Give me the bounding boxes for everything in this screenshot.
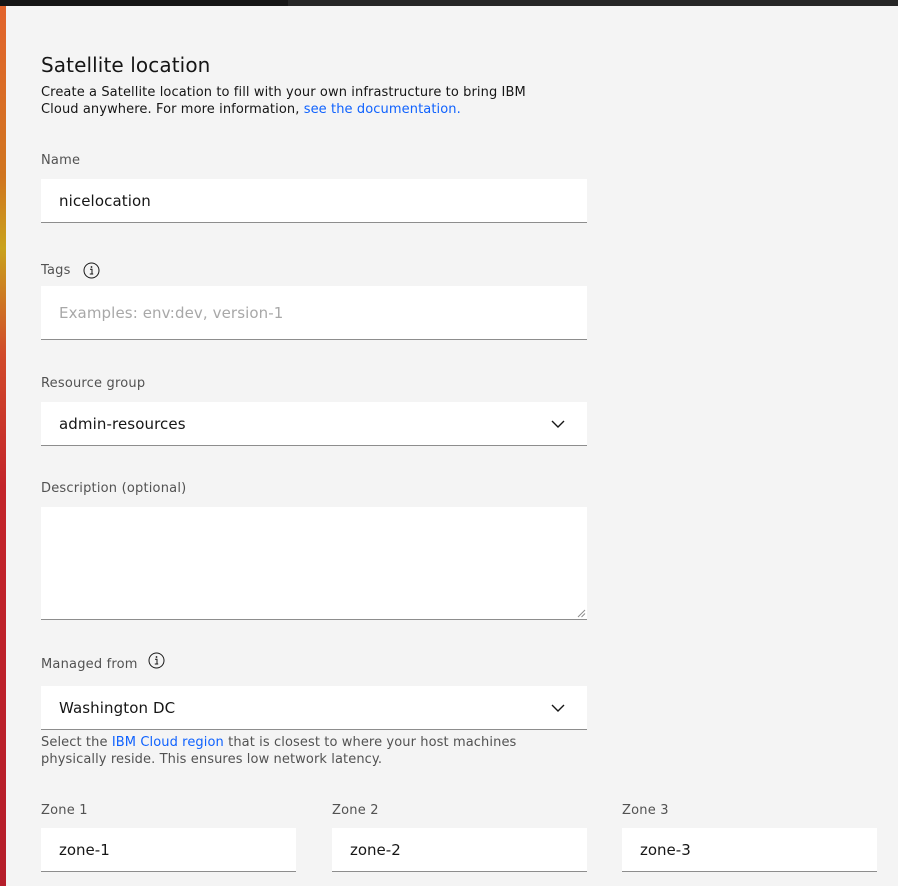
resource-group-label-text: Resource group: [41, 376, 146, 391]
ibm-cloud-region-link[interactable]: IBM Cloud region: [112, 735, 224, 750]
managed-from-value: Washington DC: [59, 698, 176, 717]
managed-from-label-text: Managed from: [41, 657, 138, 672]
chevron-down-icon: [551, 420, 565, 428]
documentation-link[interactable]: see the documentation.: [304, 102, 461, 117]
zone-3-value: zone-3: [640, 840, 691, 859]
page-title: Satellite location: [41, 53, 211, 77]
managed-from-select[interactable]: Washington DC: [41, 686, 587, 730]
tags-info-icon[interactable]: [83, 262, 100, 279]
intro-text: Create a Satellite location to fill with…: [41, 84, 561, 118]
name-label-text: Name: [41, 153, 81, 168]
zone-2-label: Zone 2: [332, 803, 379, 818]
tags-input[interactable]: Examples: env:dev, version-1: [41, 286, 587, 340]
zone-1-label: Zone 1: [41, 803, 88, 818]
name-input-value: nicelocation: [59, 191, 151, 210]
zone-1-value: zone-1: [59, 840, 110, 859]
tags-label-text: Tags: [41, 263, 71, 278]
satellite-location-form-page: Satellite location Create a Satellite lo…: [0, 0, 898, 886]
tags-label: Tags: [41, 262, 100, 279]
resource-group-label: Resource group: [41, 376, 145, 391]
description-label-text: Description (optional): [41, 481, 187, 496]
zone-2-value: zone-2: [350, 840, 401, 859]
top-bar-accent: [0, 0, 288, 6]
name-label: Name: [41, 153, 80, 168]
zone-1-input[interactable]: zone-1: [41, 828, 296, 872]
zone-2-input[interactable]: zone-2: [332, 828, 587, 872]
description-textarea[interactable]: [41, 507, 587, 620]
description-label: Description (optional): [41, 481, 186, 496]
background-edge: [0, 0, 6, 886]
managed-from-info-icon[interactable]: [148, 652, 165, 669]
name-input[interactable]: nicelocation: [41, 179, 587, 223]
resource-group-value: admin-resources: [59, 414, 186, 433]
chevron-down-icon: [551, 704, 565, 712]
zone-3-input[interactable]: zone-3: [622, 828, 877, 872]
tags-input-placeholder: Examples: env:dev, version-1: [59, 303, 284, 322]
resize-grip-icon[interactable]: [577, 609, 586, 618]
managed-from-helper-text: Select the IBM Cloud region that is clos…: [41, 734, 581, 768]
top-bar: [0, 0, 898, 6]
managed-from-label: Managed from: [41, 652, 165, 672]
zone-3-label: Zone 3: [622, 803, 669, 818]
resource-group-select[interactable]: admin-resources: [41, 402, 587, 446]
helper-prefix: Select the: [41, 735, 112, 750]
